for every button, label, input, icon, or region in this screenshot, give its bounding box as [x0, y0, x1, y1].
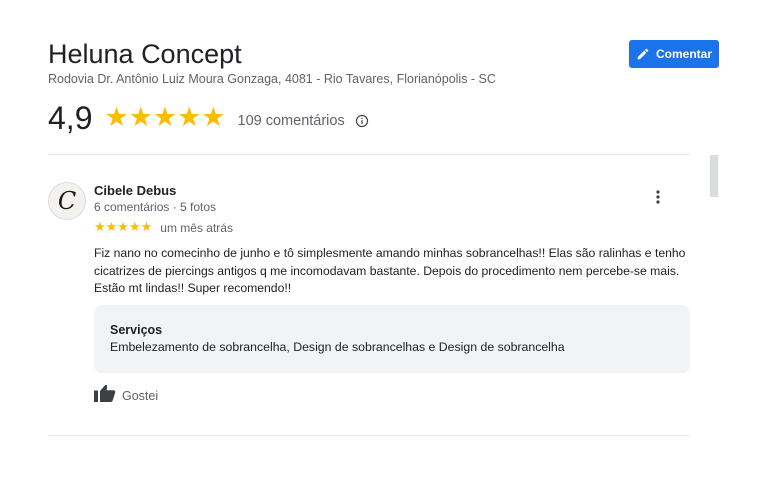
place-title: Heluna Concept	[48, 39, 242, 69]
services-box: Serviços Embelezamento de sobrancelha, D…	[94, 305, 690, 373]
scrollbar-thumb[interactable]	[710, 155, 718, 197]
comment-button-label: Comentar	[655, 47, 712, 61]
info-icon[interactable]	[355, 114, 369, 128]
pencil-icon	[636, 47, 650, 61]
review-count: 109 comentários	[237, 113, 345, 129]
rating-stars: ★★★★★	[104, 102, 226, 133]
review-stars: ★★★★★	[94, 220, 153, 235]
bottom-divider	[48, 435, 690, 436]
services-title: Serviços	[110, 323, 163, 337]
review-date: um mês atrás	[160, 220, 233, 235]
avatar[interactable]: C	[48, 182, 86, 220]
like-label: Gostei	[122, 388, 159, 403]
reviews-panel: Heluna Concept Rodovia Dr. Antônio Luiz …	[0, 0, 768, 488]
place-address: Rodovia Dr. Antônio Luiz Moura Gonzaga, …	[48, 72, 496, 86]
services-list: Embelezamento de sobrancelha, Design de …	[110, 340, 565, 354]
review-rating: ★★★★★ um mês atrás	[94, 220, 233, 235]
thumbs-up-icon	[94, 384, 116, 407]
rating-summary: 4,9 ★★★★★ 109 comentários	[48, 100, 369, 136]
reviewer-meta: 6 comentários · 5 fotos	[94, 200, 217, 214]
more-options-button[interactable]	[648, 189, 668, 209]
reviewer-name[interactable]: Cibele Debus	[94, 183, 176, 198]
average-rating: 4,9	[48, 100, 93, 136]
comment-button[interactable]: Comentar	[629, 40, 719, 68]
top-divider	[48, 154, 690, 155]
like-button[interactable]: Gostei	[94, 384, 158, 407]
more-vertical-icon	[656, 189, 660, 209]
avatar-letter: C	[57, 187, 77, 215]
review-text: Fiz nano no comecinho de junho e tô simp…	[94, 246, 686, 295]
